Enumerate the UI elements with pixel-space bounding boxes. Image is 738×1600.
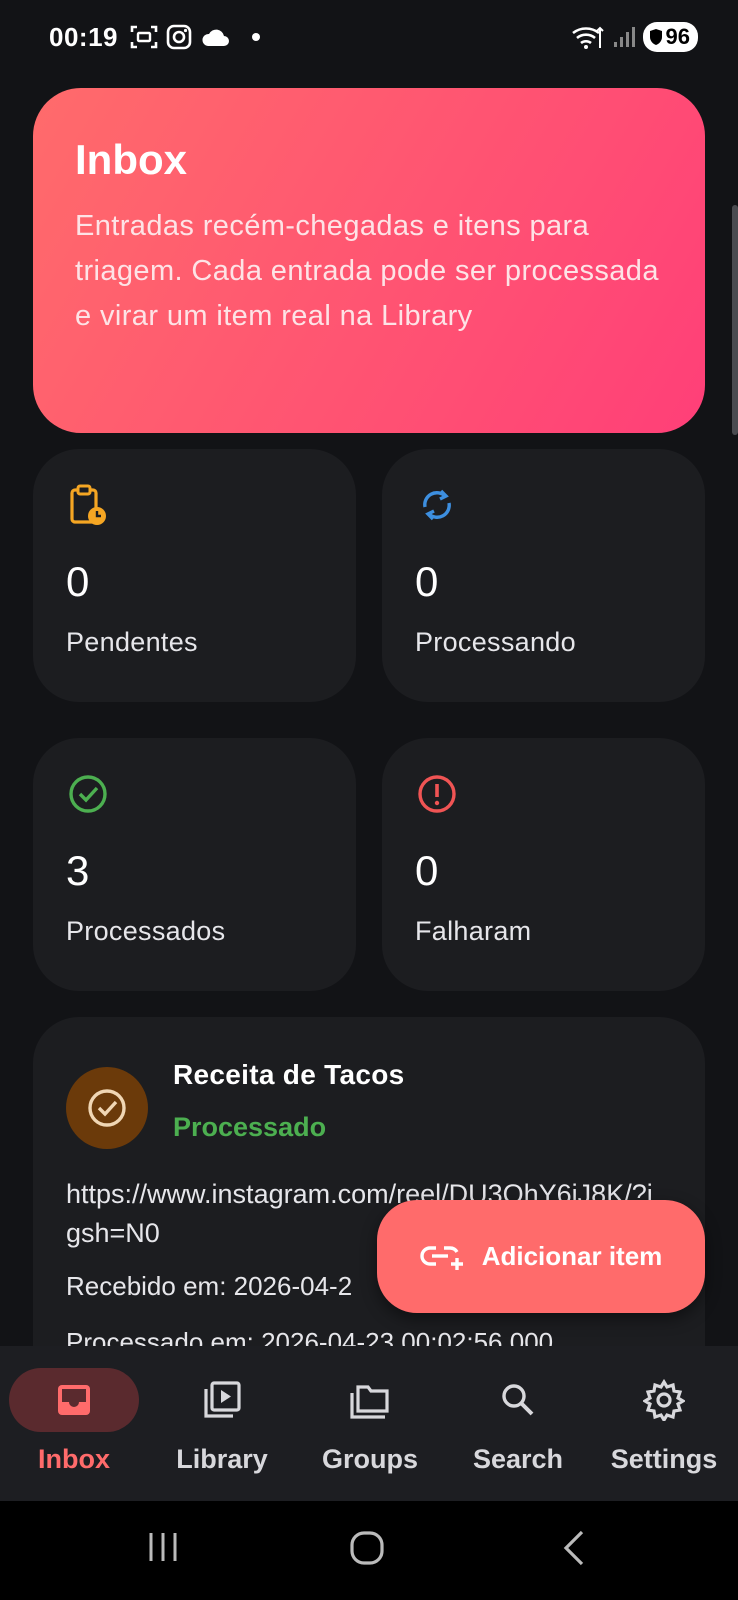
system-navigation-bar — [0, 1501, 738, 1600]
screenshot-icon — [130, 25, 158, 49]
nav-item-library[interactable]: Library — [148, 1346, 296, 1501]
stat-value: 0 — [415, 558, 439, 605]
add-link-icon — [420, 1245, 463, 1270]
search-icon — [502, 1384, 534, 1416]
nav-item-settings[interactable]: Settings — [590, 1346, 738, 1501]
entry-status: Processado — [173, 1112, 327, 1142]
battery-icon: 96 — [642, 22, 698, 52]
alert-circle-icon — [418, 775, 456, 813]
entry-title: Receita de Tacos — [173, 1059, 405, 1090]
nav-label: Groups — [321, 1444, 418, 1474]
hero-card: Inbox Entradas recém-chegadas e itens pa… — [33, 88, 705, 433]
nav-pill — [453, 1368, 583, 1432]
stat-label: Processando — [415, 627, 576, 657]
page-title: Inbox — [75, 136, 187, 183]
status-time: 00:19 — [49, 22, 118, 52]
entry-received-date: Recebido em: 2026-04-2 — [66, 1271, 353, 1301]
add-item-label: Adicionar item — [481, 1241, 663, 1271]
stat-value: 0 — [66, 558, 90, 605]
check-circle-icon — [69, 775, 107, 813]
stat-value: 0 — [415, 847, 439, 894]
video-library-icon — [204, 1381, 241, 1418]
check-circle-icon — [88, 1089, 126, 1127]
sync-icon — [423, 489, 451, 521]
home-icon — [350, 1531, 384, 1565]
nav-item-groups[interactable]: Groups — [296, 1346, 444, 1501]
stat-label: Processados — [66, 916, 226, 946]
status-icons-right: 96 — [571, 22, 698, 52]
wifi-icon — [571, 26, 604, 49]
app-screen: 00:19 96 Inbox Entradas recém-chegadas e… — [0, 0, 738, 1600]
page-description: Entradas recém-chegadas e itens para tri… — [75, 210, 659, 332]
entry-status-avatar — [66, 1067, 148, 1149]
nav-pill — [305, 1368, 435, 1432]
notification-dot — [252, 33, 260, 41]
nav-pill — [157, 1368, 287, 1432]
stat-card-processando[interactable]: 0 Processando — [382, 449, 705, 702]
home-button[interactable] — [348, 1529, 386, 1567]
cloud-icon — [202, 29, 229, 46]
stat-label: Falharam — [415, 916, 532, 946]
nav-item-search[interactable]: Search — [444, 1346, 592, 1501]
status-icons-left — [130, 24, 260, 50]
scrollbar[interactable] — [732, 205, 738, 435]
inbox-icon — [58, 1385, 90, 1415]
nav-item-inbox[interactable]: Inbox — [0, 1346, 148, 1501]
nav-label: Inbox — [38, 1444, 110, 1474]
instagram-icon — [166, 24, 192, 50]
back-button[interactable] — [560, 1529, 588, 1567]
bottom-navigation: Inbox Library Groups Search Settings — [0, 1346, 738, 1501]
back-icon — [563, 1530, 584, 1566]
status-bar: 00:19 96 — [0, 0, 738, 74]
gear-icon — [643, 1379, 685, 1421]
stat-card-processados[interactable]: 3 Processados — [33, 738, 356, 991]
nav-pill — [599, 1368, 729, 1432]
nav-label: Settings — [610, 1444, 718, 1474]
signal-icon — [613, 27, 635, 47]
recent-apps-icon — [149, 1533, 177, 1561]
recent-apps-button[interactable] — [145, 1529, 181, 1565]
add-item-button[interactable]: Adicionar item — [377, 1200, 705, 1313]
battery-level: 96 — [665, 24, 690, 49]
nav-label: Search — [472, 1444, 564, 1474]
nav-active-indicator — [9, 1368, 139, 1432]
stat-value: 3 — [66, 847, 90, 894]
folders-icon — [350, 1385, 389, 1419]
entry-card[interactable]: Receita de Tacos Processado https://www.… — [33, 1017, 705, 1377]
clipboard-clock-icon — [70, 484, 106, 525]
shield-icon — [649, 29, 662, 45]
stat-card-pendentes[interactable]: 0 Pendentes — [33, 449, 356, 702]
stat-label: Pendentes — [66, 627, 198, 657]
nav-label: Library — [176, 1444, 268, 1474]
stat-card-falharam[interactable]: 0 Falharam — [382, 738, 705, 991]
